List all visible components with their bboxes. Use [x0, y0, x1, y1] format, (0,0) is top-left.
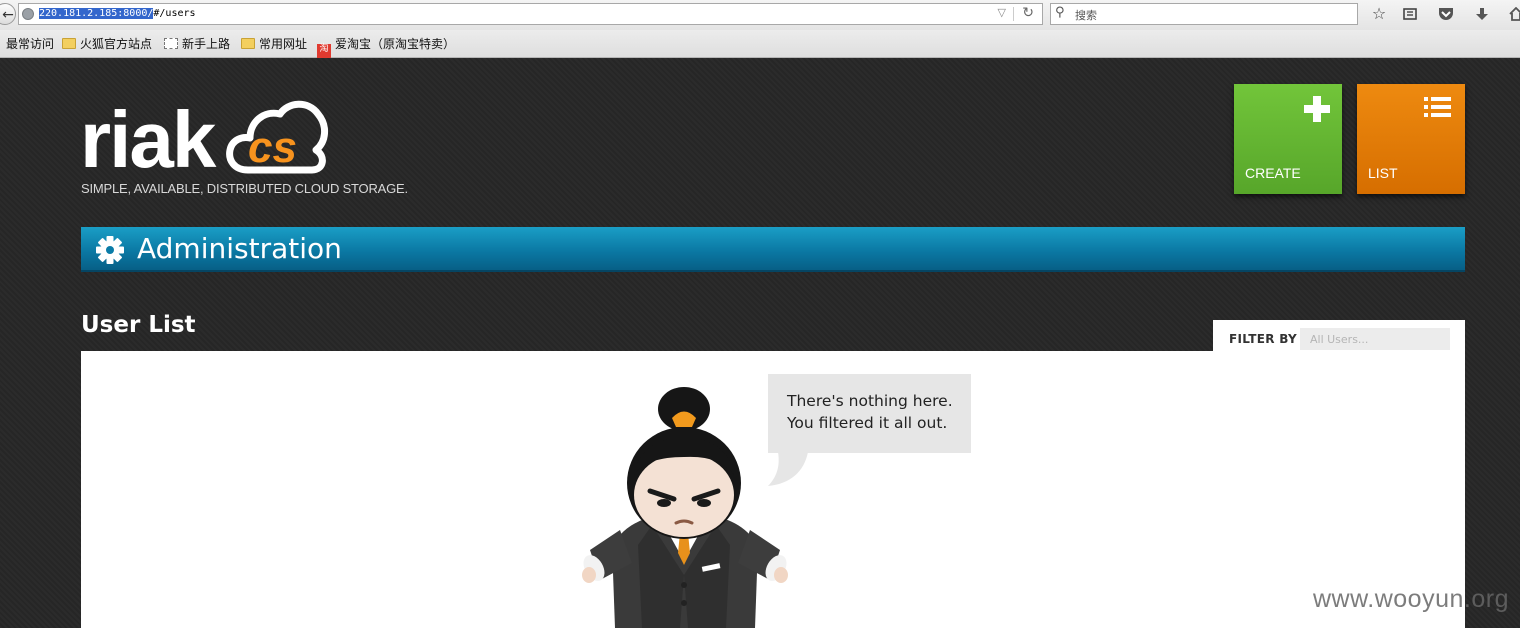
- cs-cloud-icon: cs: [226, 100, 328, 174]
- search-bar[interactable]: ⚲ 搜索: [1050, 3, 1358, 25]
- admin-header-bar: Administration: [81, 227, 1465, 272]
- page-icon: [164, 38, 178, 49]
- filter-input[interactable]: [1300, 328, 1450, 350]
- bookmark-label: 最常访问: [6, 37, 55, 51]
- pocket-icon[interactable]: [1434, 3, 1458, 25]
- bookmark-firefox-site[interactable]: 火狐官方站点: [62, 36, 152, 52]
- url-path: #/users: [153, 8, 196, 19]
- svg-text:cs: cs: [248, 123, 297, 172]
- search-placeholder: 搜索: [1075, 9, 1097, 22]
- history-dropdown-icon[interactable]: ▽: [998, 6, 1006, 19]
- list-button[interactable]: LIST: [1357, 84, 1465, 194]
- bookmark-label: 常用网址: [259, 37, 308, 51]
- bookmark-label: 爱淘宝（原淘宝特卖）: [335, 37, 456, 51]
- list-icon: [1424, 97, 1451, 119]
- empty-state-line-1: There's nothing here.: [787, 392, 953, 410]
- empty-state-line-2: You filtered it all out.: [787, 414, 948, 432]
- plus-icon: [1304, 96, 1330, 122]
- bookmarks-toolbar: 最常访问 火狐官方站点 新手上路 常用网址 淘爱淘宝（原淘宝特卖）: [0, 30, 1520, 58]
- folder-icon: [62, 38, 76, 49]
- reload-icon[interactable]: ↻: [1022, 5, 1034, 21]
- bookmark-common-sites[interactable]: 常用网址: [241, 36, 307, 52]
- page-title: Administration: [137, 232, 342, 265]
- taobao-icon: 淘: [317, 44, 331, 58]
- url-host: 220.181.2.185:8000/: [39, 8, 154, 19]
- filter-label: FILTER BY: [1229, 332, 1298, 346]
- gear-icon: [96, 236, 124, 264]
- globe-icon: [22, 8, 34, 20]
- create-label: CREATE: [1245, 165, 1301, 181]
- bookmark-taobao[interactable]: 淘爱淘宝（原淘宝特卖）: [317, 36, 455, 58]
- empty-state-message: There's nothing here. You filtered it al…: [787, 390, 953, 434]
- search-icon: ⚲: [1055, 5, 1065, 20]
- list-label: LIST: [1368, 165, 1398, 181]
- address-bar[interactable]: 220.181.2.185:8000/#/users ▽ ↻: [18, 3, 1043, 25]
- create-button[interactable]: CREATE: [1234, 84, 1342, 194]
- tagline: SIMPLE, AVAILABLE, DISTRIBUTED CLOUD STO…: [81, 181, 408, 196]
- download-icon[interactable]: [1470, 3, 1494, 25]
- sumo-mascot-illustration: [582, 387, 788, 628]
- url-text[interactable]: 220.181.2.185:8000/#/users: [39, 7, 196, 21]
- back-button[interactable]: ←: [0, 3, 16, 25]
- watermark: www.wooyun.org: [1313, 585, 1509, 613]
- bookmark-label: 火狐官方站点: [80, 37, 153, 51]
- user-list-heading: User List: [81, 312, 196, 338]
- home-icon[interactable]: [1504, 3, 1520, 25]
- bookmark-label: 新手上路: [182, 37, 231, 51]
- reading-list-icon[interactable]: [1398, 3, 1422, 25]
- speech-bubble: There's nothing here. You filtered it al…: [768, 374, 971, 453]
- url-separator: [1013, 7, 1014, 21]
- logo-wordmark: riak: [80, 95, 216, 184]
- bookmark-star-icon[interactable]: ☆: [1367, 3, 1391, 25]
- bookmark-most-visited[interactable]: 最常访问: [6, 36, 54, 52]
- filter-box: FILTER BY: [1213, 320, 1465, 352]
- bookmark-getting-started[interactable]: 新手上路: [164, 36, 230, 52]
- browser-toolbar: ← 220.181.2.185:8000/#/users ▽ ↻ ⚲ 搜索 ☆: [0, 0, 1520, 30]
- folder-icon: [241, 38, 255, 49]
